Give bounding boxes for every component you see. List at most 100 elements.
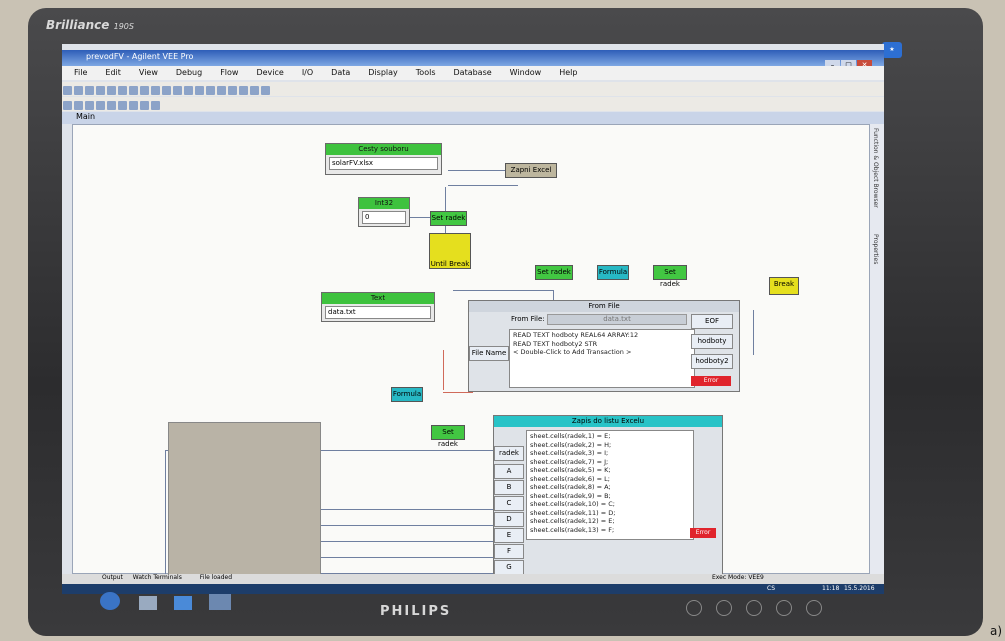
formula-line[interactable]: sheet.cells(radek,5) = K; xyxy=(530,466,690,475)
menu-edit[interactable]: Edit xyxy=(105,68,121,77)
set-radek-node[interactable]: Set radek xyxy=(430,211,467,226)
zoom-icon[interactable] xyxy=(228,86,237,95)
grid-icon[interactable] xyxy=(250,86,259,95)
status-tab-watch[interactable]: Watch Terminals xyxy=(133,574,182,581)
side-panel[interactable]: Function & Object Browser Properties xyxy=(870,124,884,574)
menu-io[interactable]: I/O xyxy=(302,68,313,77)
from-file-node[interactable]: From File From File: data.txt READ TEXT … xyxy=(468,300,740,392)
new-icon[interactable] xyxy=(63,86,72,95)
formula-node[interactable]: Formula xyxy=(597,265,629,280)
hodboty-output[interactable]: hodboty xyxy=(691,334,733,349)
formula-line[interactable]: sheet.cells(radek,9) = B; xyxy=(530,492,690,501)
error-output[interactable]: Error xyxy=(690,528,716,538)
stop-icon[interactable] xyxy=(184,86,193,95)
node-value[interactable]: 0 xyxy=(362,211,406,224)
formula-line[interactable]: sheet.cells(radek,6) = L; xyxy=(530,475,690,484)
input-d[interactable]: D xyxy=(494,512,524,527)
transaction-line[interactable]: READ TEXT hodboty2 STR xyxy=(513,340,691,349)
print-icon[interactable] xyxy=(96,86,105,95)
formula-line[interactable]: sheet.cells(radek,1) = E; xyxy=(530,432,690,441)
set-radek-node[interactable]: Set radek xyxy=(535,265,573,280)
file-path-constant[interactable]: Cesty souboru solarFV.xlsx xyxy=(325,143,442,175)
input-c[interactable]: C xyxy=(494,496,524,511)
hodboty2-output[interactable]: hodboty2 xyxy=(691,354,733,369)
globe-icon[interactable] xyxy=(151,101,160,110)
explorer-icon[interactable] xyxy=(139,596,158,610)
step-over-icon[interactable] xyxy=(206,86,215,95)
formula-icon[interactable] xyxy=(129,101,138,110)
find-icon[interactable] xyxy=(239,86,248,95)
pause-icon[interactable] xyxy=(173,86,182,95)
formula-line[interactable]: sheet.cells(radek,8) = A; xyxy=(530,483,690,492)
menu-window[interactable]: Window xyxy=(510,68,542,77)
start-button[interactable] xyxy=(100,592,120,610)
cut-icon[interactable] xyxy=(107,86,116,95)
monitor-button[interactable] xyxy=(716,600,732,616)
instrument-icon[interactable] xyxy=(96,101,105,110)
vee-task-icon[interactable] xyxy=(209,594,232,610)
file-name-input[interactable]: File Name xyxy=(469,346,509,361)
until-break-node[interactable]: Until Break xyxy=(429,233,471,269)
program-canvas[interactable]: Cesty souboru solarFV.xlsx Zapni Excel I… xyxy=(72,124,870,594)
copy-icon[interactable] xyxy=(118,86,127,95)
paste-icon[interactable] xyxy=(129,86,138,95)
set-radek-node[interactable]: Set radek xyxy=(653,265,687,288)
input-a[interactable]: A xyxy=(494,464,524,479)
node-value[interactable]: data.txt xyxy=(325,306,431,319)
set-radek-node[interactable]: Set radek xyxy=(431,425,465,448)
panel-icon[interactable] xyxy=(63,101,72,110)
text-constant[interactable]: Text data.txt xyxy=(321,292,435,322)
monitor-button[interactable] xyxy=(806,600,822,616)
monitor-button[interactable] xyxy=(686,600,702,616)
formula-line[interactable]: sheet.cells(radek,3) = I; xyxy=(530,449,690,458)
redo-icon[interactable] xyxy=(151,86,160,95)
break-node[interactable]: Break xyxy=(769,277,799,295)
monitor-icon[interactable] xyxy=(107,101,116,110)
formula-lines[interactable]: sheet.cells(radek,1) = E; sheet.cells(ra… xyxy=(526,430,694,540)
status-tab-output[interactable]: Output xyxy=(102,574,123,581)
input-b[interactable]: B xyxy=(494,480,524,495)
open-icon[interactable] xyxy=(74,86,83,95)
menu-display[interactable]: Display xyxy=(368,68,398,77)
detail-icon[interactable] xyxy=(74,101,83,110)
zapis-excel-node[interactable]: Zapis do listu Excelu sheet.cells(radek,… xyxy=(493,415,723,589)
menu-data[interactable]: Data xyxy=(331,68,350,77)
run-icon[interactable] xyxy=(162,86,171,95)
menu-help[interactable]: Help xyxy=(559,68,577,77)
step-out-icon[interactable] xyxy=(217,86,226,95)
formula-line[interactable]: sheet.cells(radek,13) = F; xyxy=(530,526,690,535)
int32-constant[interactable]: Int32 0 xyxy=(358,197,410,227)
from-file-filename[interactable]: data.txt xyxy=(547,314,687,325)
menu-flow[interactable]: Flow xyxy=(220,68,238,77)
side-tab-browser[interactable]: Function & Object Browser xyxy=(872,128,879,208)
transaction-list[interactable]: READ TEXT hodboty REAL64 ARRAY:12 READ T… xyxy=(509,329,695,388)
eof-output[interactable]: EOF xyxy=(691,314,733,329)
side-tab-properties[interactable]: Properties xyxy=(872,234,879,264)
formula-line[interactable]: sheet.cells(radek,11) = D; xyxy=(530,509,690,518)
device-icon[interactable] xyxy=(85,101,94,110)
transaction-line[interactable]: READ TEXT hodboty REAL64 ARRAY:12 xyxy=(513,331,691,340)
transaction-line[interactable]: < Double-Click to Add Transaction > xyxy=(513,348,691,357)
menu-file[interactable]: File xyxy=(74,68,87,77)
input-e[interactable]: E xyxy=(494,528,524,543)
align-icon[interactable] xyxy=(261,86,270,95)
formula-node[interactable]: Formula xyxy=(391,387,423,402)
formula-line[interactable]: sheet.cells(radek,2) = H; xyxy=(530,441,690,450)
formula-line[interactable]: sheet.cells(radek,7) = J; xyxy=(530,458,690,467)
step-icon[interactable] xyxy=(195,86,204,95)
monitor-button[interactable] xyxy=(776,600,792,616)
io-icon[interactable] xyxy=(140,101,149,110)
app-icon[interactable] xyxy=(174,596,193,610)
radek-input[interactable]: radek xyxy=(494,446,524,461)
menu-debug[interactable]: Debug xyxy=(176,68,202,77)
formula-line[interactable]: sheet.cells(radek,10) = C; xyxy=(530,500,690,509)
input-f[interactable]: F xyxy=(494,544,524,559)
menu-view[interactable]: View xyxy=(139,68,158,77)
input-g[interactable]: G xyxy=(494,560,524,575)
save-icon[interactable] xyxy=(85,86,94,95)
error-output[interactable]: Error xyxy=(691,376,731,386)
formula-line[interactable]: sheet.cells(radek,12) = E; xyxy=(530,517,690,526)
menu-tools[interactable]: Tools xyxy=(416,68,436,77)
zapni-excel-node[interactable]: Zapni Excel xyxy=(505,163,557,178)
graph-icon[interactable] xyxy=(118,101,127,110)
